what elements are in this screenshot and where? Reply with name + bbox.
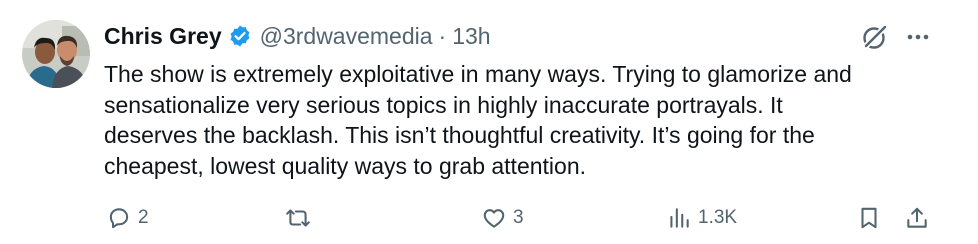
- author-handle[interactable]: @3rdwavemedia: [260, 23, 433, 50]
- reply-icon: [109, 208, 129, 229]
- grok-icon[interactable]: [860, 22, 890, 52]
- share-button[interactable]: [904, 200, 930, 236]
- tweet[interactable]: Chris Grey @3rdwavemedia · 13h The show …: [0, 0, 978, 244]
- tweet-text: The show is extremely exploitative in ma…: [104, 59, 964, 181]
- tweet-header: Chris Grey @3rdwavemedia · 13h: [104, 18, 491, 54]
- retweet-button[interactable]: [285, 200, 317, 236]
- author-name[interactable]: Chris Grey: [104, 23, 222, 50]
- more-icon[interactable]: [904, 26, 932, 48]
- views-icon: [670, 208, 689, 228]
- bookmark-icon: [861, 207, 877, 229]
- retweet-icon: [286, 209, 310, 227]
- tweet-text-line: sensationalize very serious topics in hi…: [104, 91, 783, 118]
- like-button[interactable]: 3: [481, 200, 524, 236]
- verified-badge-icon[interactable]: [228, 24, 252, 48]
- tweet-text-line: The show is extremely exploitative in ma…: [104, 61, 852, 87]
- reply-button[interactable]: 2: [106, 200, 149, 236]
- views-button[interactable]: 1.3K: [666, 200, 737, 236]
- avatar[interactable]: [22, 20, 90, 88]
- header-separator: ·: [438, 22, 447, 49]
- share-icon: [907, 207, 927, 228]
- avatar-photo: [22, 20, 90, 88]
- bookmark-button[interactable]: [856, 200, 882, 236]
- like-count: 3: [513, 207, 524, 228]
- views-count: 1.3K: [698, 207, 738, 228]
- action-bar: 2 3 1.3K: [0, 200, 978, 236]
- tweet-text-line: deserves the backlash. This isn’t though…: [104, 122, 815, 149]
- heart-icon: [483, 209, 505, 228]
- tweet-timestamp[interactable]: 13h: [452, 23, 490, 50]
- reply-count: 2: [138, 207, 149, 228]
- tweet-text-line: cheapest, lowest quality ways to grab at…: [104, 152, 587, 179]
